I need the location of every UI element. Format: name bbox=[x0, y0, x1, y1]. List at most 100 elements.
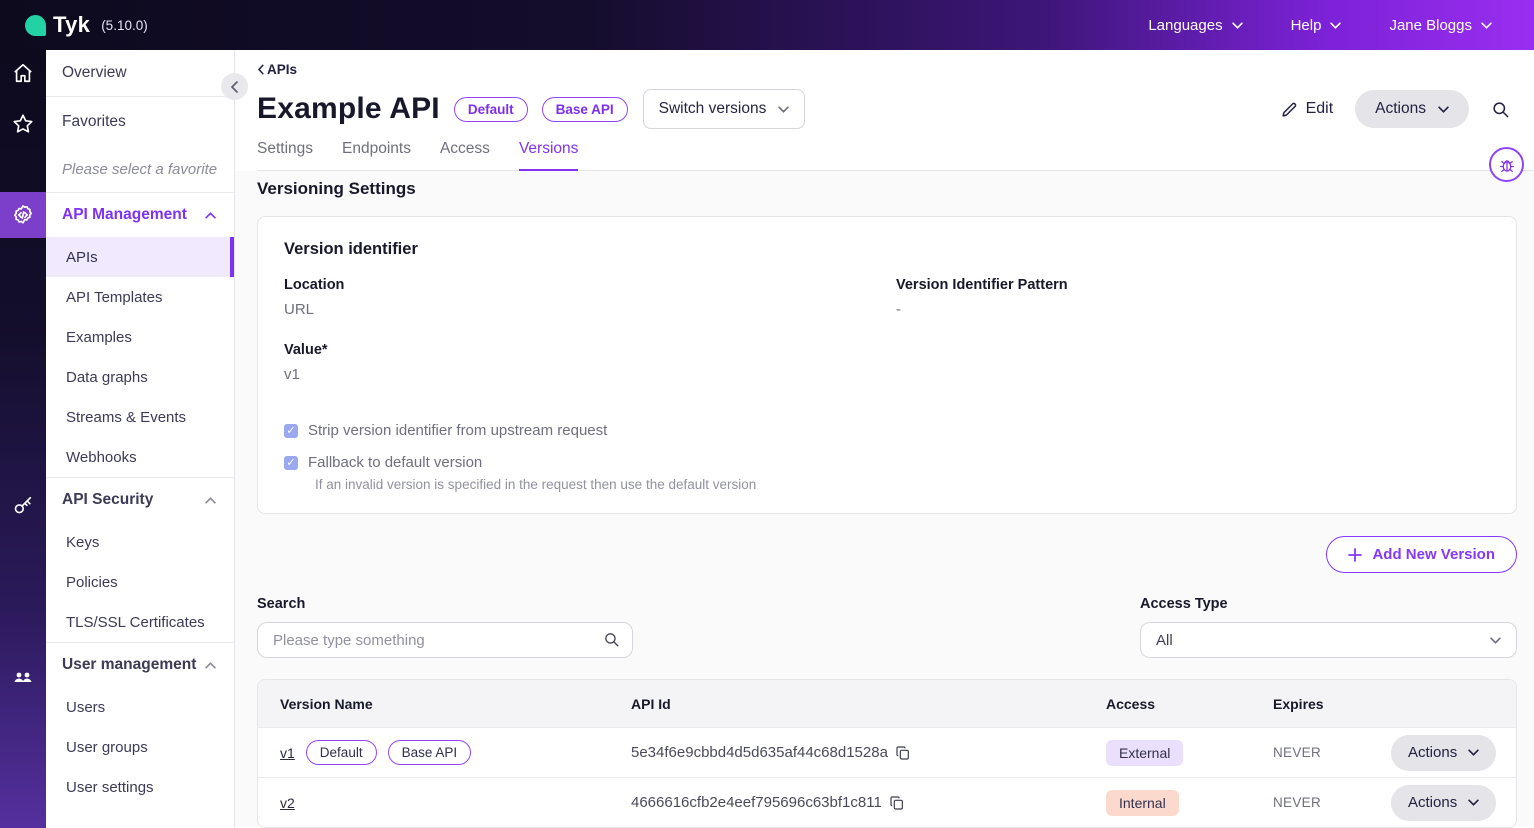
version-link[interactable]: v1 bbox=[280, 745, 295, 761]
tab-access[interactable]: Access bbox=[440, 140, 490, 170]
sidebar: Overview Favorites Please select a favor… bbox=[46, 50, 235, 828]
base-api-badge: Base API bbox=[388, 740, 472, 765]
sidebar-section-api-management[interactable]: API Management bbox=[46, 192, 234, 237]
add-new-version-button[interactable]: Add New Version bbox=[1326, 536, 1517, 573]
sidebar-favorites-title[interactable]: Favorites bbox=[46, 97, 234, 147]
sidebar-collapse-button[interactable] bbox=[221, 73, 248, 100]
sidebar-item-user-groups[interactable]: User groups bbox=[46, 727, 234, 767]
help-menu[interactable]: Help bbox=[1291, 17, 1342, 34]
strip-version-label: Strip version identifier from upstream r… bbox=[308, 422, 607, 439]
star-icon[interactable] bbox=[0, 101, 46, 147]
column-version-name: Version Name bbox=[258, 696, 631, 712]
sidebar-item-apis[interactable]: APIs bbox=[46, 237, 234, 277]
api-id-value: 5e34f6e9cbbd4d5d635af44c68d1528a bbox=[631, 744, 888, 761]
switch-versions-label: Switch versions bbox=[659, 100, 767, 118]
tab-settings[interactable]: Settings bbox=[257, 140, 313, 170]
sidebar-item-label: Examples bbox=[66, 329, 132, 346]
table-row-v2: v2 4666616cfb2e4eef795696c63bf1c811 Inte… bbox=[258, 777, 1516, 827]
access-badge: External bbox=[1106, 740, 1183, 766]
sidebar-item-policies[interactable]: Policies bbox=[46, 562, 234, 602]
breadcrumb[interactable]: APIs bbox=[257, 62, 1534, 77]
plus-icon bbox=[1348, 548, 1362, 562]
versions-table: Version Name API Id Access Expires v1 De… bbox=[257, 679, 1517, 828]
edit-button[interactable]: Edit bbox=[1281, 100, 1334, 118]
sidebar-item-label: Streams & Events bbox=[66, 409, 186, 426]
sidebar-item-user-settings[interactable]: User settings bbox=[46, 767, 234, 807]
sidebar-item-label: Favorites bbox=[62, 113, 126, 131]
column-api-id: API Id bbox=[631, 696, 1106, 712]
switch-versions-dropdown[interactable]: Switch versions bbox=[643, 89, 805, 129]
user-menu[interactable]: Jane Bloggs bbox=[1389, 17, 1492, 34]
users-icon[interactable] bbox=[0, 654, 46, 700]
sidebar-item-webhooks[interactable]: Webhooks bbox=[46, 437, 234, 477]
table-header-row: Version Name API Id Access Expires bbox=[258, 680, 1516, 727]
main-panel: APIs Example API Default Base API Switch… bbox=[235, 50, 1534, 828]
actions-label: Actions bbox=[1408, 744, 1457, 761]
tab-bar: Settings Endpoints Access Versions bbox=[257, 140, 1534, 171]
field-value: URL bbox=[284, 301, 896, 318]
tyk-logo-text: Tyk bbox=[53, 12, 90, 38]
search-icon[interactable] bbox=[603, 631, 620, 648]
content-area: Versioning Settings Version identifier L… bbox=[235, 171, 1534, 826]
chevron-down-icon bbox=[1232, 22, 1243, 29]
key-icon[interactable] bbox=[0, 483, 46, 529]
expires-value: NEVER bbox=[1273, 745, 1391, 760]
sidebar-item-label: APIs bbox=[66, 249, 98, 266]
sidebar-item-api-templates[interactable]: API Templates bbox=[46, 277, 234, 317]
access-type-dropdown[interactable]: All bbox=[1140, 622, 1517, 658]
debug-bug-button[interactable] bbox=[1489, 147, 1524, 182]
tyk-logo-icon bbox=[25, 15, 46, 36]
sidebar-item-label: Users bbox=[66, 699, 105, 716]
table-row-v1: v1 Default Base API 5e34f6e9cbbd4d5d635a… bbox=[258, 727, 1516, 777]
sidebar-section-api-security[interactable]: API Security bbox=[46, 477, 234, 522]
strip-version-checkbox[interactable]: ✓ bbox=[284, 424, 298, 438]
tab-versions[interactable]: Versions bbox=[519, 140, 578, 171]
top-bar: Tyk (5.10.0) Languages Help Jane Bloggs bbox=[0, 0, 1534, 50]
search-input[interactable] bbox=[257, 622, 633, 658]
version-link[interactable]: v2 bbox=[280, 795, 295, 811]
sidebar-item-label: Data graphs bbox=[66, 369, 148, 386]
column-access: Access bbox=[1106, 696, 1273, 712]
sidebar-item-label: User groups bbox=[66, 739, 148, 756]
fallback-default-checkbox[interactable]: ✓ bbox=[284, 456, 298, 470]
field-value: Value* v1 bbox=[284, 342, 896, 383]
sidebar-item-users[interactable]: Users bbox=[46, 687, 234, 727]
row-actions-button[interactable]: Actions bbox=[1391, 785, 1496, 821]
sidebar-item-overview[interactable]: Overview bbox=[46, 50, 234, 97]
tyk-logo[interactable]: Tyk bbox=[25, 12, 90, 38]
sidebar-item-label: TLS/SSL Certificates bbox=[66, 614, 205, 631]
sidebar-item-label: Overview bbox=[62, 64, 127, 82]
sidebar-item-tls-ssl-certificates[interactable]: TLS/SSL Certificates bbox=[46, 602, 234, 642]
sidebar-item-label: User settings bbox=[66, 779, 154, 796]
actions-button[interactable]: Actions bbox=[1355, 90, 1469, 128]
column-expires: Expires bbox=[1273, 696, 1391, 712]
copy-icon[interactable] bbox=[889, 795, 905, 811]
user-menu-label: Jane Bloggs bbox=[1389, 17, 1472, 34]
default-badge: Default bbox=[306, 740, 377, 765]
sidebar-item-examples[interactable]: Examples bbox=[46, 317, 234, 357]
copy-icon[interactable] bbox=[895, 745, 911, 761]
actions-label: Actions bbox=[1375, 100, 1426, 118]
page-title: Example API bbox=[257, 92, 440, 126]
sidebar-section-user-management[interactable]: User management bbox=[46, 642, 234, 687]
sidebar-item-streams-events[interactable]: Streams & Events bbox=[46, 397, 234, 437]
chevron-down-icon bbox=[1468, 749, 1479, 756]
api-management-icon[interactable] bbox=[0, 192, 46, 238]
search-icon[interactable] bbox=[1491, 100, 1510, 119]
app-version: (5.10.0) bbox=[101, 18, 148, 33]
chevron-up-icon bbox=[205, 212, 216, 219]
sidebar-item-label: API Templates bbox=[66, 289, 162, 306]
sidebar-item-data-graphs[interactable]: Data graphs bbox=[46, 357, 234, 397]
chevron-down-icon bbox=[1468, 799, 1479, 806]
chevron-up-icon bbox=[205, 497, 216, 504]
access-badge: Internal bbox=[1106, 790, 1179, 816]
sidebar-item-keys[interactable]: Keys bbox=[46, 522, 234, 562]
languages-menu[interactable]: Languages bbox=[1148, 17, 1242, 34]
home-icon[interactable] bbox=[0, 50, 46, 96]
sidebar-item-label: Webhooks bbox=[66, 449, 137, 466]
field-label: Value* bbox=[284, 342, 896, 358]
tab-endpoints[interactable]: Endpoints bbox=[342, 140, 411, 170]
api-id-value: 4666616cfb2e4eef795696c63bf1c811 bbox=[631, 794, 882, 811]
default-badge: Default bbox=[454, 97, 528, 122]
row-actions-button[interactable]: Actions bbox=[1391, 735, 1496, 771]
